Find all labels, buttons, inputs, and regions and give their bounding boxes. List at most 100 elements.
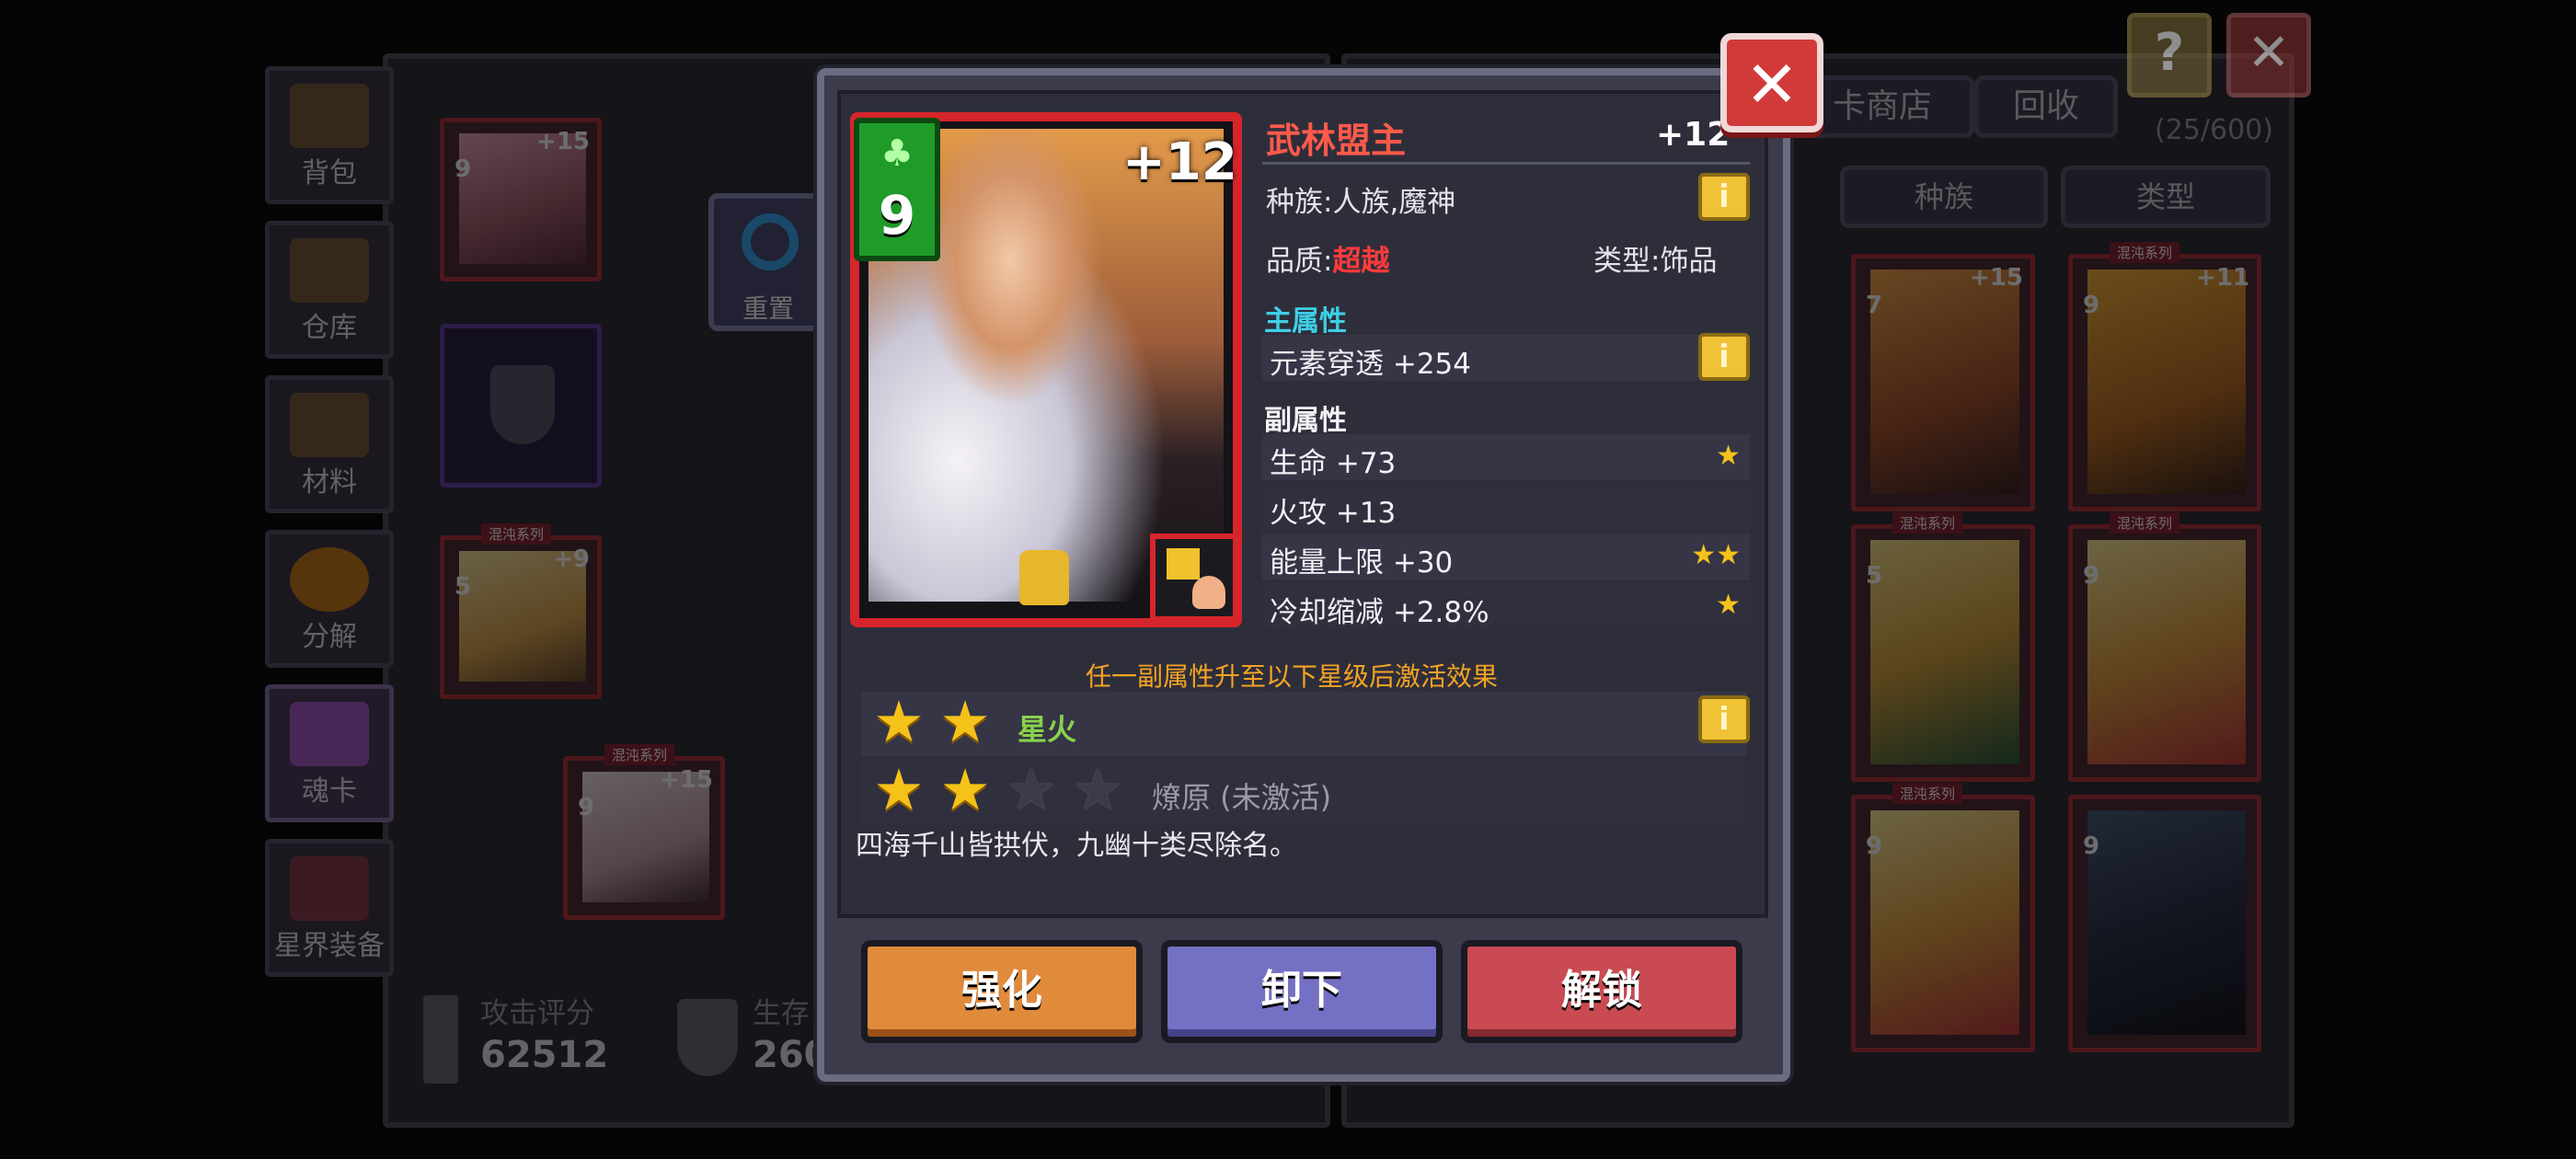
- flavor-text: 四海千山皆拱伏，九幽十类尽除名。: [856, 830, 1297, 862]
- star-icon: ★: [939, 756, 991, 823]
- quality-text: 品质:超越: [1266, 237, 1389, 279]
- sub-stat-row: 火攻 +13: [1262, 484, 1750, 530]
- equipped-card[interactable]: 混沌系列 5 +9: [440, 523, 602, 699]
- sub-stat-text: 火攻 +13: [1270, 497, 1397, 530]
- astral-gear-icon: [290, 856, 369, 921]
- card-enhance-level: +11: [2196, 264, 2249, 292]
- empty-slot[interactable]: [440, 324, 602, 488]
- type-text: 类型:饰品: [1593, 237, 1717, 279]
- sub-stat-row: 生命 +73 ★: [1262, 434, 1750, 480]
- card-element-level: 5: [454, 573, 472, 601]
- element-icon: ♣: [880, 132, 914, 175]
- question-mark-icon: ?: [2154, 23, 2185, 83]
- card-element-level: 9: [2082, 562, 2100, 590]
- element-level-value: 9: [878, 184, 916, 247]
- sidebar-item-backpack[interactable]: 背包: [265, 66, 394, 204]
- set-effect-name: 燎原 (未激活): [1152, 780, 1332, 815]
- card-list-item[interactable]: 混沌系列 9 +11: [2068, 242, 2261, 511]
- series-tag: 混沌系列: [1892, 512, 1963, 534]
- sidebar-item-label: 仓库: [302, 312, 357, 344]
- main-stat-info-button[interactable]: i: [1698, 333, 1750, 381]
- element-level-gem: ♣ 9: [854, 118, 940, 261]
- card-art: [2087, 270, 2246, 494]
- set-effect-info-button[interactable]: i: [1698, 695, 1750, 743]
- equipped-card[interactable]: 9 +15: [440, 118, 602, 281]
- card-element-level: 5: [1865, 562, 1883, 590]
- card-art: [2087, 540, 2246, 764]
- card-enhance-level: +15: [660, 766, 713, 794]
- sidebar-item-soul-card[interactable]: 魂卡: [265, 684, 394, 822]
- race-filter-dropdown[interactable]: 种族: [1840, 166, 2048, 228]
- sidebar-item-label: 材料: [302, 466, 357, 499]
- cat-icon: [1167, 548, 1200, 580]
- close-page-button[interactable]: ✕: [2226, 13, 2311, 98]
- sub-stat-text: 冷却缩减 +2.8%: [1270, 596, 1489, 629]
- type-filter-dropdown[interactable]: 类型: [2061, 166, 2271, 228]
- refresh-icon: [742, 213, 799, 270]
- sub-stat-text: 生命 +73: [1270, 447, 1397, 480]
- empty-star-icon: ★: [1072, 756, 1123, 823]
- series-tag: 混沌系列: [604, 744, 675, 765]
- series-tag: 混沌系列: [481, 523, 552, 545]
- card-element-level: 7: [1865, 292, 1883, 319]
- set-effect-row: ★ ★ 星火: [861, 692, 1746, 756]
- sidebar-item-label: 背包: [302, 157, 357, 189]
- card-level: +12: [1656, 116, 1731, 154]
- equipped-card[interactable]: 混沌系列 9 +15: [563, 744, 725, 920]
- sidebar-item-materials[interactable]: 材料: [265, 375, 394, 513]
- set-effect-name: 星火: [1018, 712, 1077, 747]
- sub-stat-row: 能量上限 +30 ★★: [1262, 534, 1750, 580]
- race-text: 种族:人族,魔神: [1266, 186, 1456, 219]
- quality-label: 品质:: [1266, 245, 1333, 278]
- attack-score-value: 62512: [480, 1034, 609, 1076]
- sub-stat-stars: ★: [1716, 589, 1741, 621]
- close-dialog-button[interactable]: ✕: [1720, 33, 1823, 132]
- sidebar-item-label: 魂卡: [302, 775, 357, 808]
- card-enhance-level: +9: [553, 545, 590, 573]
- card-element-level: 9: [454, 155, 472, 183]
- close-icon: ✕: [1744, 47, 1800, 122]
- race-info-button[interactable]: i: [1698, 173, 1750, 221]
- star-icon: ★: [873, 688, 925, 755]
- series-tag: 混沌系列: [2110, 242, 2180, 263]
- lock-icon: [1019, 550, 1069, 605]
- tab-recycle[interactable]: 回收: [1974, 75, 2118, 138]
- card-element-level: 9: [1865, 832, 1883, 860]
- info-icon: i: [1719, 339, 1730, 375]
- card-art: [1870, 270, 2019, 494]
- card-list-item[interactable]: 混沌系列 9: [2068, 512, 2261, 782]
- capacity-count: (25/600): [2155, 114, 2273, 146]
- hp-score-label: 生存: [753, 997, 810, 1030]
- card-list-item[interactable]: 混沌系列 9: [1851, 783, 2035, 1052]
- close-icon: ✕: [2247, 23, 2291, 83]
- sub-stat-stars: ★★: [1691, 539, 1741, 571]
- sub-stat-title: 副属性: [1264, 405, 1347, 437]
- series-tag: 混沌系列: [1892, 783, 1963, 804]
- sidebar-item-decompose[interactable]: 分解: [265, 530, 394, 668]
- enhance-button[interactable]: 强化: [861, 940, 1143, 1043]
- card-element-level: 9: [2082, 832, 2100, 860]
- sub-stat-text: 能量上限 +30: [1270, 546, 1454, 580]
- face-icon: [1192, 576, 1225, 609]
- card-list-item[interactable]: 混沌系列 5: [1851, 512, 2035, 782]
- materials-icon: [290, 393, 369, 457]
- set-effect-row: ★ ★ ★ ★ 燎原 (未激活): [861, 760, 1746, 824]
- series-tag: 混沌系列: [2110, 512, 2180, 534]
- chest-icon: [290, 84, 369, 148]
- sub-stat-stars: ★: [1716, 440, 1741, 472]
- warehouse-icon: [290, 238, 369, 303]
- activation-hint: 任一副属性升至以下星级后激活效果: [1086, 661, 1499, 692]
- sword-icon: [423, 995, 458, 1084]
- sidebar-item-astral-gear[interactable]: 星界装备: [265, 839, 394, 977]
- empty-star-icon: ★: [1006, 756, 1057, 823]
- sidebar-item-label: 分解: [302, 621, 357, 653]
- help-button[interactable]: ?: [2127, 13, 2212, 98]
- info-icon: i: [1719, 701, 1730, 738]
- reset-button[interactable]: 重置: [708, 193, 828, 331]
- sidebar-item-warehouse[interactable]: 仓库: [265, 221, 394, 359]
- unlock-button[interactable]: 解锁: [1461, 940, 1742, 1043]
- unequip-button[interactable]: 卸下: [1161, 940, 1443, 1043]
- card-element-level: 9: [577, 794, 595, 821]
- card-list-item[interactable]: 7 +15: [1851, 254, 2035, 511]
- card-list-item[interactable]: 9: [2068, 795, 2261, 1052]
